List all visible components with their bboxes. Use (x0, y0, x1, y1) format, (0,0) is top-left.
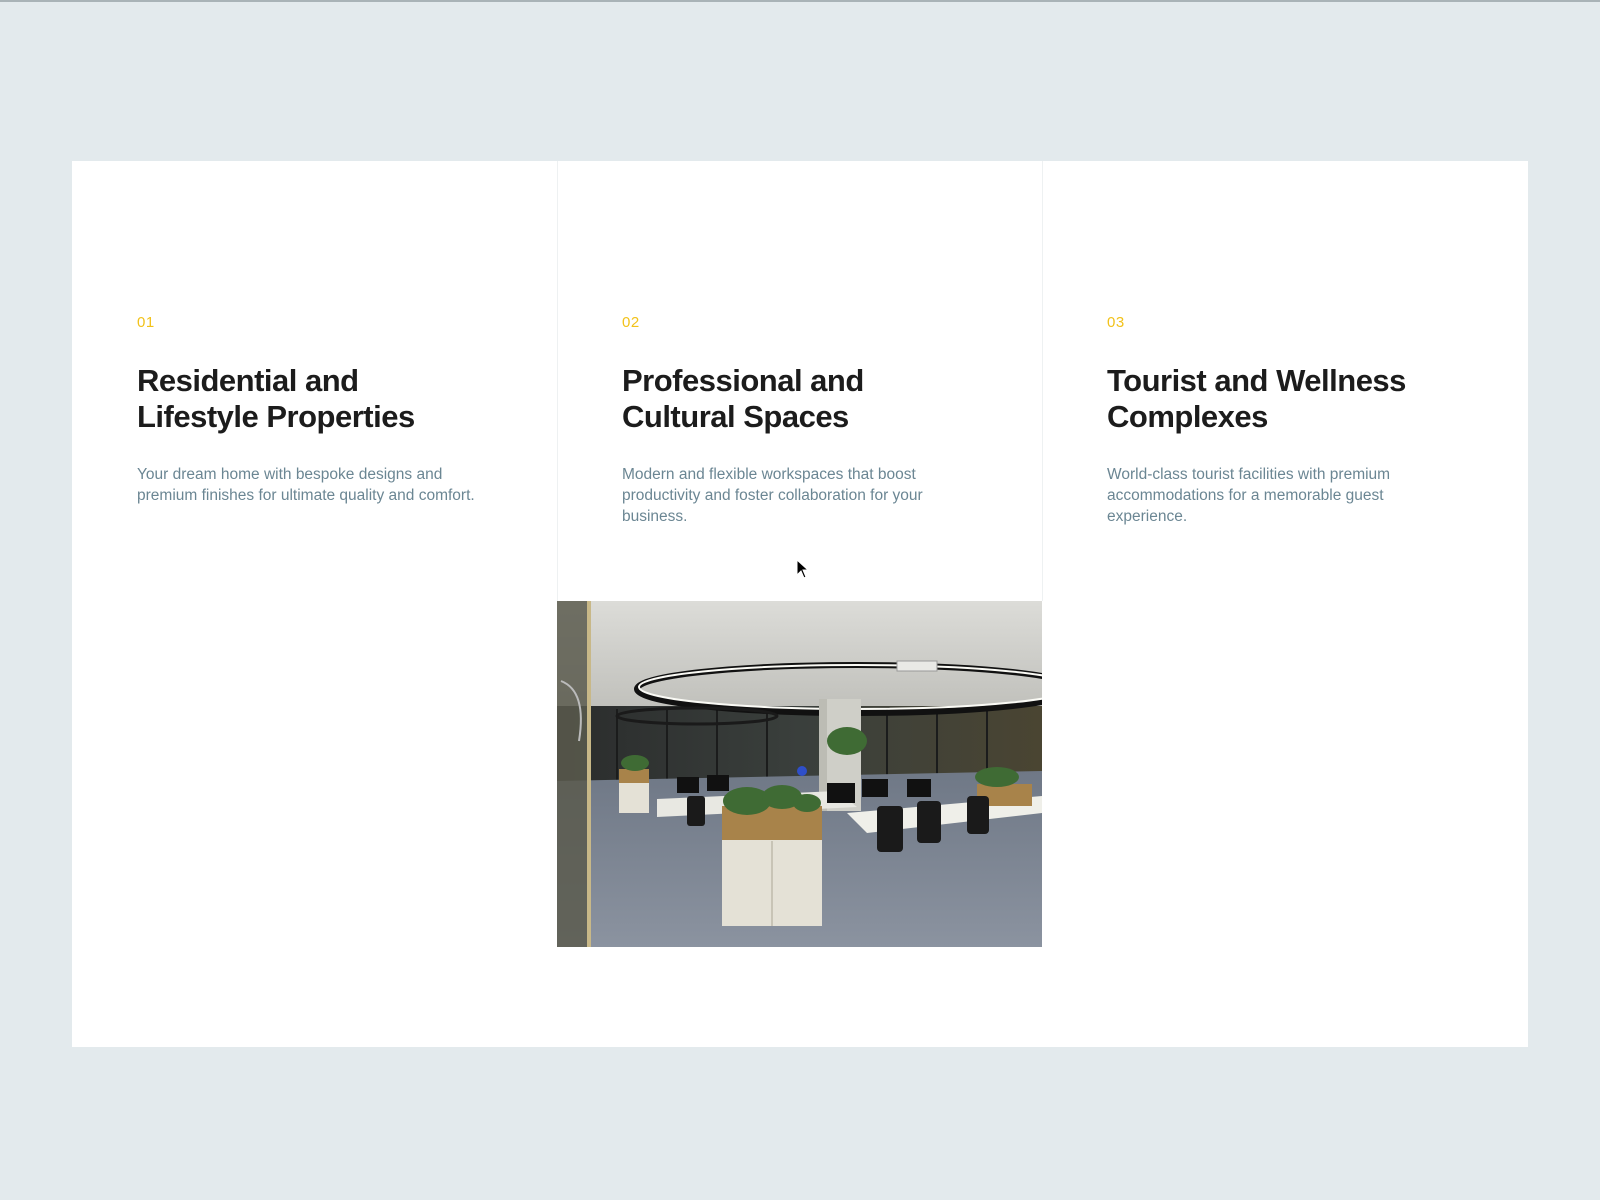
card-title: Tourist and Wellness Complexes (1107, 363, 1497, 435)
card-title-line: Complexes (1107, 399, 1268, 434)
mouse-cursor-icon (796, 559, 810, 579)
service-card-tourist[interactable]: 03 Tourist and Wellness Complexes World-… (1042, 161, 1528, 1047)
card-title-line: Residential and (137, 363, 359, 398)
service-card-residential[interactable]: 01 Residential and Lifestyle Properties … (72, 161, 557, 1047)
card-title: Residential and Lifestyle Properties (137, 363, 527, 435)
card-title-line: Cultural Spaces (622, 399, 849, 434)
card-title-line: Tourist and Wellness (1107, 363, 1406, 398)
card-title-line: Professional and (622, 363, 864, 398)
card-title-line: Lifestyle Properties (137, 399, 415, 434)
services-panel: 01 Residential and Lifestyle Properties … (72, 161, 1528, 1047)
card-description: Your dream home with bespoke designs and… (137, 466, 475, 504)
card-title: Professional and Cultural Spaces (622, 363, 1012, 435)
card-number: 02 (622, 314, 640, 331)
card-number: 03 (1107, 314, 1125, 331)
card-number: 01 (137, 314, 155, 331)
card-description: Modern and flexible workspaces that boos… (622, 466, 923, 525)
top-border (0, 0, 1600, 2)
office-interior-image (557, 601, 1042, 947)
card-description: World-class tourist facilities with prem… (1107, 466, 1391, 525)
